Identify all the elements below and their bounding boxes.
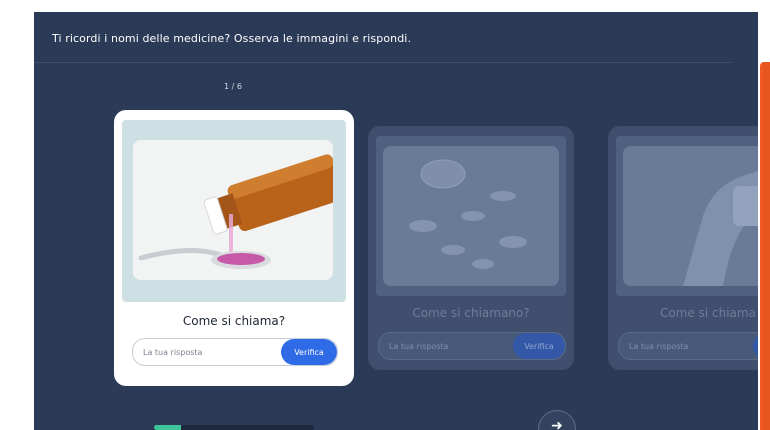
medicine-image (623, 146, 758, 286)
answer-row: Verifica (378, 332, 566, 360)
card-image-area (376, 136, 566, 296)
quiz-card-2[interactable]: Come si chiamano? Verifica (368, 126, 574, 370)
progress-bar (154, 425, 314, 430)
quiz-card-3[interactable]: Come si chiama (608, 126, 758, 370)
answer-input[interactable] (133, 339, 279, 365)
arrow-right-icon: ➜ (551, 418, 563, 430)
slide-counter: 1 / 6 (224, 82, 242, 91)
progress-fill (154, 425, 182, 430)
answer-input[interactable] (379, 333, 509, 359)
verify-button[interactable] (753, 333, 758, 359)
card-question: Come si chiama (660, 306, 756, 320)
header-divider (34, 62, 732, 63)
card-question: Come si chiama? (182, 314, 286, 328)
next-button[interactable]: ➜ (538, 410, 576, 430)
verify-button[interactable]: Verifica (513, 333, 565, 359)
card-image-area (122, 120, 346, 302)
medicine-illustration (623, 146, 758, 286)
card-image-area (616, 136, 758, 296)
quiz-stage: Ti ricordi i nomi delle medicine? Osserv… (34, 12, 758, 430)
answer-input[interactable] (619, 333, 749, 359)
answer-row: Verifica (132, 338, 338, 366)
answer-row (618, 332, 758, 360)
pills-image (383, 146, 559, 286)
syrup-spoon-image (133, 140, 333, 280)
card-question: Come si chiamano? (412, 306, 530, 320)
orange-frame-border (760, 62, 770, 430)
syrup-spoon-illustration (133, 140, 333, 280)
verify-button[interactable]: Verifica (281, 339, 337, 365)
page-title: Ti ricordi i nomi delle medicine? Osserv… (52, 32, 412, 45)
pills-illustration (383, 146, 559, 286)
quiz-card-1: Come si chiama? Verifica (114, 110, 354, 386)
